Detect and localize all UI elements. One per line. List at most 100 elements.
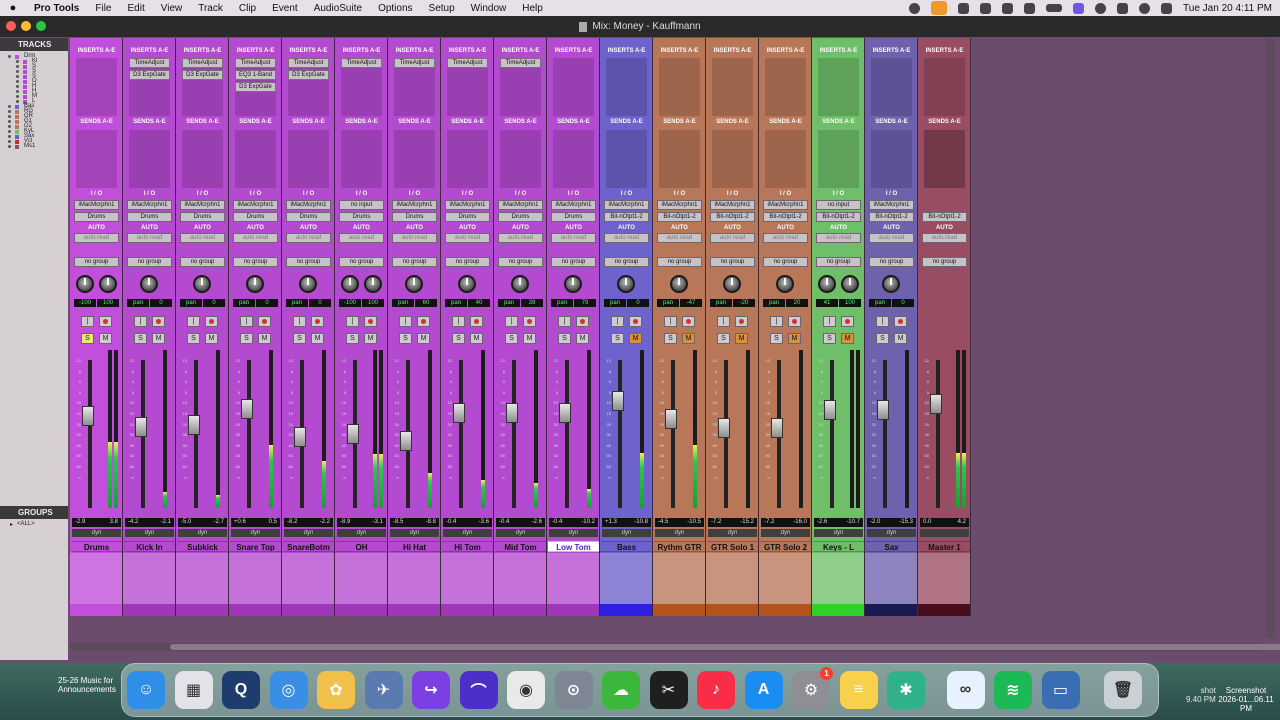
output-selector[interactable]: Bit-nOtpt1-2	[869, 212, 914, 222]
record-arm-button[interactable]	[417, 316, 430, 327]
send-slots[interactable]	[659, 130, 700, 188]
menu-options[interactable]: Options	[370, 3, 420, 14]
send-slots[interactable]	[76, 130, 117, 188]
group-selector[interactable]: no group	[816, 257, 861, 267]
send-slots[interactable]	[341, 130, 382, 188]
menu-file[interactable]: File	[87, 3, 119, 14]
finder-icon[interactable]: ☺	[127, 671, 165, 709]
solo-button[interactable]: S	[558, 333, 571, 344]
track-name[interactable]: SnareBotm	[283, 541, 334, 552]
pan-knob[interactable]	[458, 275, 476, 293]
vertical-scrollbar[interactable]	[1265, 38, 1275, 638]
automation-mode-selector[interactable]: auto read	[869, 233, 914, 243]
track-name[interactable]: GTR Solo 1	[707, 541, 758, 552]
input-selector[interactable]: iMacMcrphn1	[869, 200, 914, 210]
play-icon[interactable]	[1095, 2, 1107, 14]
solo-button[interactable]: S	[770, 333, 783, 344]
pan-knob[interactable]	[193, 275, 211, 293]
insert-plugin[interactable]: D3 ExpGate	[182, 70, 223, 80]
record-arm-button[interactable]	[364, 316, 377, 327]
show-hide-dot[interactable]	[8, 110, 11, 113]
insert-plugin[interactable]: TimeAdjust	[288, 58, 329, 68]
volume-fader[interactable]	[294, 426, 306, 447]
pan-knob[interactable]	[882, 275, 900, 293]
insert-slots[interactable]	[871, 58, 912, 116]
pan-knob-right[interactable]	[841, 275, 859, 293]
record-arm-button[interactable]	[788, 316, 801, 327]
menu-event[interactable]: Event	[264, 3, 306, 14]
volume-fader[interactable]	[188, 415, 200, 436]
track-name[interactable]: Snare Top	[230, 541, 281, 552]
show-hide-dot[interactable]	[16, 75, 19, 78]
horizontal-scrollbar[interactable]	[70, 643, 1280, 651]
comments-area[interactable]	[441, 553, 493, 605]
pan-knob-right[interactable]	[99, 275, 117, 293]
group-selector[interactable]: no group	[180, 257, 225, 267]
group-selector[interactable]: no group	[286, 257, 331, 267]
comments-area[interactable]	[70, 553, 122, 605]
mute-button[interactable]: M	[841, 333, 854, 344]
comments-area[interactable]	[388, 553, 440, 605]
search-icon[interactable]	[1139, 2, 1151, 14]
input-monitor-button[interactable]: |	[505, 316, 518, 327]
pan-knob[interactable]	[670, 275, 688, 293]
input-monitor-button[interactable]: |	[876, 316, 889, 327]
record-arm-button[interactable]	[682, 316, 695, 327]
menu-clip[interactable]: Clip	[231, 3, 264, 14]
insert-plugin[interactable]: TimeAdjust	[182, 58, 223, 68]
mute-button[interactable]: M	[311, 333, 324, 344]
pan-knob[interactable]	[776, 275, 794, 293]
cloud-icon[interactable]	[1002, 2, 1014, 14]
automation-mode-selector[interactable]: auto read	[604, 233, 649, 243]
output-selector[interactable]: Bit-nOtpt1-2	[710, 212, 755, 222]
comments-area[interactable]	[653, 553, 705, 605]
mute-button[interactable]: M	[258, 333, 271, 344]
volume-fader[interactable]	[877, 400, 889, 421]
track-name[interactable]: Bass	[601, 541, 652, 552]
comments-area[interactable]	[123, 553, 175, 605]
insert-plugin[interactable]: TimeAdjust	[500, 58, 541, 68]
insert-plugin[interactable]: TimeAdjust	[129, 58, 170, 68]
volume-fader[interactable]	[135, 416, 147, 437]
solo-button[interactable]: S	[134, 333, 147, 344]
solo-button[interactable]: S	[717, 333, 730, 344]
insert-plugin[interactable]: TimeAdjust	[447, 58, 488, 68]
quicktime-icon[interactable]: Q	[222, 671, 260, 709]
track-name[interactable]: Low Tom	[548, 541, 599, 552]
desktop-file-left[interactable]: 25-26 Music for Announcements	[58, 676, 116, 694]
mute-button[interactable]: M	[682, 333, 695, 344]
input-selector[interactable]: no input	[816, 200, 861, 210]
mute-button[interactable]: M	[152, 333, 165, 344]
menu-help[interactable]: Help	[514, 3, 551, 14]
track-name[interactable]: Drums	[71, 541, 122, 552]
input-selector[interactable]: iMacMcrphn1	[551, 200, 596, 210]
show-hide-dot[interactable]	[8, 140, 11, 143]
input-monitor-button[interactable]: |	[770, 316, 783, 327]
spotify-icon[interactable]: ≋	[994, 671, 1032, 709]
track-name[interactable]: Hi Hat	[389, 541, 440, 552]
record-arm-button[interactable]	[99, 316, 112, 327]
send-slots[interactable]	[500, 130, 541, 188]
launchpad-icon[interactable]: ▦	[174, 671, 213, 709]
show-hide-dot[interactable]	[8, 125, 11, 128]
input-selector[interactable]: iMacMcrphn1	[710, 200, 755, 210]
audio-icon[interactable]: ⊙	[554, 671, 593, 709]
app-menu[interactable]: Pro Tools	[26, 3, 87, 14]
send-slots[interactable]	[818, 130, 859, 188]
track-name[interactable]: OH	[336, 541, 387, 552]
volume-fader[interactable]	[506, 403, 518, 424]
show-hide-dot[interactable]	[16, 95, 19, 98]
input-monitor-button[interactable]: |	[717, 316, 730, 327]
volume-fader[interactable]	[612, 391, 624, 412]
music-icon[interactable]: ♪	[697, 671, 735, 709]
keyboard-icon[interactable]: ↪	[412, 671, 450, 709]
input-selector[interactable]: iMacMcrphn1	[604, 200, 649, 210]
input-monitor-button[interactable]: |	[558, 316, 571, 327]
pan-knob[interactable]	[511, 275, 529, 293]
settings-icon[interactable]: ⚙ 1	[792, 667, 833, 709]
clock[interactable]: Tue Jan 20 4:11 PM	[1183, 3, 1272, 14]
mute-button[interactable]: M	[735, 333, 748, 344]
track-name[interactable]: GTR Solo 2	[760, 541, 811, 552]
output-selector[interactable]: Drums	[392, 212, 437, 222]
show-hide-dot[interactable]	[16, 70, 19, 73]
